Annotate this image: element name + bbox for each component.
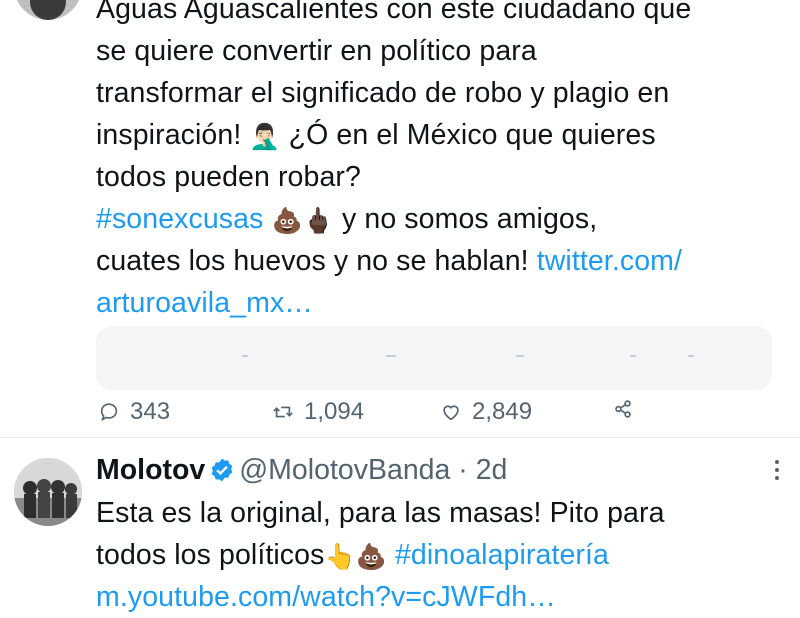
tweet-line: todos pueden robar? bbox=[96, 161, 361, 193]
tweet-text: Aguas Aguascalientes con este ciudadano … bbox=[96, 0, 776, 324]
avatar-photo bbox=[14, 0, 82, 20]
url-link[interactable]: arturoavila_mx… bbox=[96, 287, 313, 319]
share-button[interactable] bbox=[612, 398, 634, 420]
like-icon bbox=[443, 405, 459, 421]
tweet-line: m.youtube.com/watch?v=cJWFdh… bbox=[96, 576, 776, 618]
quoted-tweet-card[interactable] bbox=[96, 326, 772, 390]
tweet-line: se quiere convertir en político para bbox=[96, 35, 537, 67]
tweet-actions: 343 1,094 2,849 bbox=[96, 398, 656, 430]
reply-count: 343 bbox=[130, 398, 171, 425]
reply-icon bbox=[100, 403, 118, 421]
verified-badge-icon bbox=[209, 454, 235, 494]
tweet-molotov[interactable]: Molotov @MolotovBanda · 2d Esta es la ori… bbox=[0, 437, 800, 613]
tweet-line: todos los políticos👆💩 #dinoalapiratería bbox=[96, 534, 776, 576]
avatar-photo bbox=[14, 458, 82, 526]
tweet-line: Aguas Aguascalientes con este ciudadano … bbox=[96, 0, 692, 25]
hashtag-link[interactable]: #sonexcusas bbox=[96, 203, 263, 235]
retweet-count: 1,094 bbox=[304, 398, 365, 425]
tweet-line-text: cuates los huevos y no se hablan! bbox=[96, 245, 537, 277]
tweet-line: Esta es la original, para las masas! Pit… bbox=[96, 497, 665, 529]
avatar[interactable] bbox=[14, 0, 82, 20]
tweet-header: Molotov @MolotovBanda · 2d bbox=[96, 450, 507, 494]
handle-and-time[interactable]: @MolotovBanda · 2d bbox=[239, 454, 507, 486]
tweet-text: Esta es la original, para las masas! Pit… bbox=[96, 492, 776, 618]
hashtag-link[interactable]: #dinoalapiratería bbox=[395, 539, 609, 571]
poop-middle-finger-emoji: 💩🖕🏿 bbox=[263, 206, 343, 235]
tweet-line: cuates los huevos y no se hablan! twitte… bbox=[96, 240, 776, 282]
card-mark bbox=[242, 355, 248, 357]
tweet-line-text: inspiración! bbox=[96, 119, 250, 151]
tweet-line: inspiración! 🤦🏻‍♂️ ¿Ó en el México que q… bbox=[96, 114, 776, 156]
retweet-icon bbox=[273, 406, 293, 418]
more-options-icon[interactable] bbox=[774, 460, 780, 484]
reply-button[interactable]: 343 bbox=[98, 398, 170, 426]
url-link[interactable]: m.youtube.com/watch?v=cJWFdh… bbox=[96, 581, 556, 613]
pointing-up-poop-emoji: 👆💩 bbox=[324, 542, 395, 571]
card-mark bbox=[516, 355, 524, 357]
like-count: 2,849 bbox=[472, 398, 533, 425]
share-icon bbox=[615, 400, 631, 418]
card-mark bbox=[386, 355, 396, 357]
retweet-button[interactable]: 1,094 bbox=[272, 398, 364, 426]
url-link[interactable]: twitter.com/ bbox=[537, 245, 682, 277]
tweet-arturoavila[interactable]: Aguas Aguascalientes con este ciudadano … bbox=[0, 0, 800, 437]
like-button[interactable]: 2,849 bbox=[440, 398, 532, 426]
facepalm-emoji: 🤦🏻‍♂️ bbox=[249, 122, 281, 151]
tweet-line-text: ¿Ó en el México que quieres bbox=[280, 119, 656, 151]
tweet-line: transformar el significado de robo y pla… bbox=[96, 77, 670, 109]
card-mark bbox=[688, 355, 694, 357]
card-mark bbox=[630, 355, 636, 357]
tweet-line-text: y no somos amigos, bbox=[342, 203, 598, 235]
avatar[interactable] bbox=[14, 458, 82, 526]
tweet-line: #sonexcusas 💩🖕🏿 y no somos amigos, bbox=[96, 198, 776, 240]
tweet-line: arturoavila_mx… bbox=[96, 282, 776, 324]
display-name[interactable]: Molotov bbox=[96, 454, 205, 486]
tweet-line-text: todos los políticos bbox=[96, 539, 325, 571]
